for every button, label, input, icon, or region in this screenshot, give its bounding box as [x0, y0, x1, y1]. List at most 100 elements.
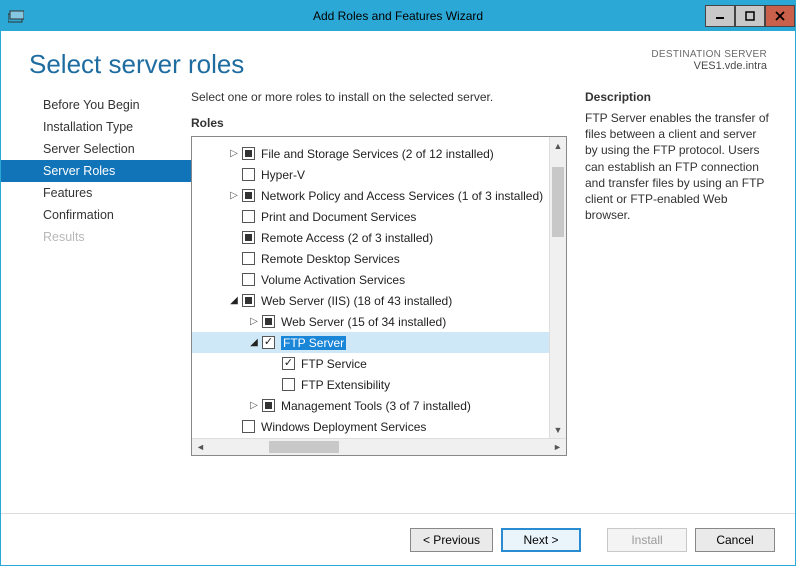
sidebar-step-before-you-begin[interactable]: Before You Begin	[1, 94, 191, 116]
sidebar-step-confirmation[interactable]: Confirmation	[1, 204, 191, 226]
role-checkbox[interactable]	[242, 168, 255, 181]
role-label[interactable]: Print and Document Services	[261, 210, 416, 224]
role-label[interactable]: Remote Access (2 of 3 installed)	[261, 231, 433, 245]
tree-row[interactable]: Remote Access (2 of 3 installed)	[192, 227, 566, 248]
window-controls	[705, 5, 795, 27]
role-label[interactable]: File and Storage Services (2 of 12 insta…	[261, 147, 494, 161]
role-checkbox[interactable]	[262, 399, 275, 412]
install-button: Install	[607, 528, 687, 552]
expander-placeholder	[228, 232, 240, 244]
sidebar-step-server-selection[interactable]: Server Selection	[1, 138, 191, 160]
role-checkbox[interactable]	[282, 357, 295, 370]
role-label[interactable]: Hyper-V	[261, 168, 305, 182]
expander-placeholder	[228, 169, 240, 181]
wizard-window: Add Roles and Features Wizard Select ser…	[0, 0, 796, 566]
body: Before You BeginInstallation TypeServer …	[1, 90, 795, 513]
role-label[interactable]: Windows Deployment Services	[261, 420, 426, 434]
role-label[interactable]: Management Tools (3 of 7 installed)	[281, 399, 471, 413]
tree-row[interactable]: ◢ FTP Server	[192, 332, 566, 353]
description-label: Description	[585, 90, 771, 104]
roles-panel: Select one or more roles to install on t…	[191, 90, 567, 513]
page-title: Select server roles	[29, 49, 244, 80]
role-checkbox[interactable]	[262, 315, 275, 328]
tree-row[interactable]: Hyper-V	[192, 164, 566, 185]
header: Select server roles DESTINATION SERVER V…	[1, 31, 795, 90]
roles-label: Roles	[191, 116, 567, 130]
previous-button[interactable]: < Previous	[410, 528, 493, 552]
titlebar: Add Roles and Features Wizard	[1, 1, 795, 31]
description-text: FTP Server enables the transfer of files…	[585, 110, 771, 223]
scroll-down-icon[interactable]: ▼	[550, 421, 566, 438]
role-checkbox[interactable]	[242, 273, 255, 286]
vertical-scrollbar[interactable]: ▲ ▼	[549, 137, 566, 438]
expander-placeholder	[268, 358, 280, 370]
sidebar-step-server-roles[interactable]: Server Roles	[1, 160, 191, 182]
role-checkbox[interactable]	[242, 147, 255, 160]
instruction-text: Select one or more roles to install on t…	[191, 90, 567, 104]
role-checkbox[interactable]	[242, 252, 255, 265]
tree-row[interactable]: Print and Document Services	[192, 206, 566, 227]
sidebar-step-features[interactable]: Features	[1, 182, 191, 204]
tree-row[interactable]: ◢ Web Server (IIS) (18 of 43 installed)	[192, 290, 566, 311]
role-checkbox[interactable]	[242, 210, 255, 223]
horizontal-scroll-thumb[interactable]	[269, 441, 339, 453]
scroll-up-icon[interactable]: ▲	[550, 137, 566, 154]
maximize-button[interactable]	[735, 5, 765, 27]
main-content: Select one or more roles to install on t…	[191, 90, 795, 513]
scroll-right-icon[interactable]: ►	[549, 439, 566, 456]
role-checkbox[interactable]	[282, 378, 295, 391]
sidebar-step-results: Results	[1, 226, 191, 248]
tree-row[interactable]: FTP Service	[192, 353, 566, 374]
expander-placeholder	[228, 274, 240, 286]
role-checkbox[interactable]	[262, 336, 275, 349]
destination-label: DESTINATION SERVER	[651, 49, 767, 60]
window-title: Add Roles and Features Wizard	[1, 9, 795, 23]
tree-row[interactable]: ▷ Management Tools (3 of 7 installed)	[192, 395, 566, 416]
close-button[interactable]	[765, 5, 795, 27]
role-checkbox[interactable]	[242, 189, 255, 202]
tree-row[interactable]: Remote Desktop Services	[192, 248, 566, 269]
chevron-right-icon[interactable]: ▷	[248, 400, 260, 412]
role-label[interactable]: Remote Desktop Services	[261, 252, 400, 266]
role-label[interactable]: FTP Server	[281, 336, 346, 350]
wizard-footer: < Previous Next > Install Cancel	[1, 513, 795, 565]
role-label[interactable]: FTP Service	[301, 357, 367, 371]
wizard-steps-sidebar: Before You BeginInstallation TypeServer …	[1, 90, 191, 513]
tree-row[interactable]: ▷ Network Policy and Access Services (1 o…	[192, 185, 566, 206]
minimize-button[interactable]	[705, 5, 735, 27]
roles-tree[interactable]: ▷ File and Storage Services (2 of 12 inst…	[192, 137, 566, 438]
chevron-right-icon[interactable]: ▷	[228, 148, 240, 160]
chevron-right-icon[interactable]: ▷	[228, 190, 240, 202]
destination-value: VES1.vde.intra	[651, 60, 767, 72]
role-checkbox[interactable]	[242, 420, 255, 433]
role-label[interactable]: FTP Extensibility	[301, 378, 390, 392]
role-label[interactable]: Volume Activation Services	[261, 273, 405, 287]
role-label[interactable]: Web Server (15 of 34 installed)	[281, 315, 446, 329]
tree-row[interactable]: Windows Deployment Services	[192, 416, 566, 437]
horizontal-scrollbar[interactable]: ◄ ►	[192, 438, 566, 455]
tree-row[interactable]: ▷ File and Storage Services (2 of 12 inst…	[192, 143, 566, 164]
chevron-right-icon[interactable]: ▷	[248, 316, 260, 328]
tree-row[interactable]: Volume Activation Services	[192, 269, 566, 290]
expander-placeholder	[228, 421, 240, 433]
expander-placeholder	[268, 379, 280, 391]
roles-tree-container: ▷ File and Storage Services (2 of 12 inst…	[191, 136, 567, 456]
expander-placeholder	[228, 211, 240, 223]
cancel-button[interactable]: Cancel	[695, 528, 775, 552]
role-label[interactable]: Web Server (IIS) (18 of 43 installed)	[261, 294, 452, 308]
tree-row[interactable]: FTP Extensibility	[192, 374, 566, 395]
vertical-scroll-thumb[interactable]	[552, 167, 564, 237]
chevron-down-icon[interactable]: ◢	[228, 295, 240, 307]
role-label[interactable]: Network Policy and Access Services (1 of…	[261, 189, 543, 203]
app-icon	[7, 7, 25, 25]
next-button[interactable]: Next >	[501, 528, 581, 552]
sidebar-step-installation-type[interactable]: Installation Type	[1, 116, 191, 138]
role-checkbox[interactable]	[242, 231, 255, 244]
horizontal-scroll-track[interactable]	[209, 439, 549, 455]
tree-row[interactable]: ▷ Web Server (15 of 34 installed)	[192, 311, 566, 332]
role-checkbox[interactable]	[242, 294, 255, 307]
destination-info: DESTINATION SERVER VES1.vde.intra	[651, 49, 767, 72]
description-panel: Description FTP Server enables the trans…	[585, 90, 785, 513]
scroll-left-icon[interactable]: ◄	[192, 439, 209, 456]
chevron-down-icon[interactable]: ◢	[248, 337, 260, 349]
